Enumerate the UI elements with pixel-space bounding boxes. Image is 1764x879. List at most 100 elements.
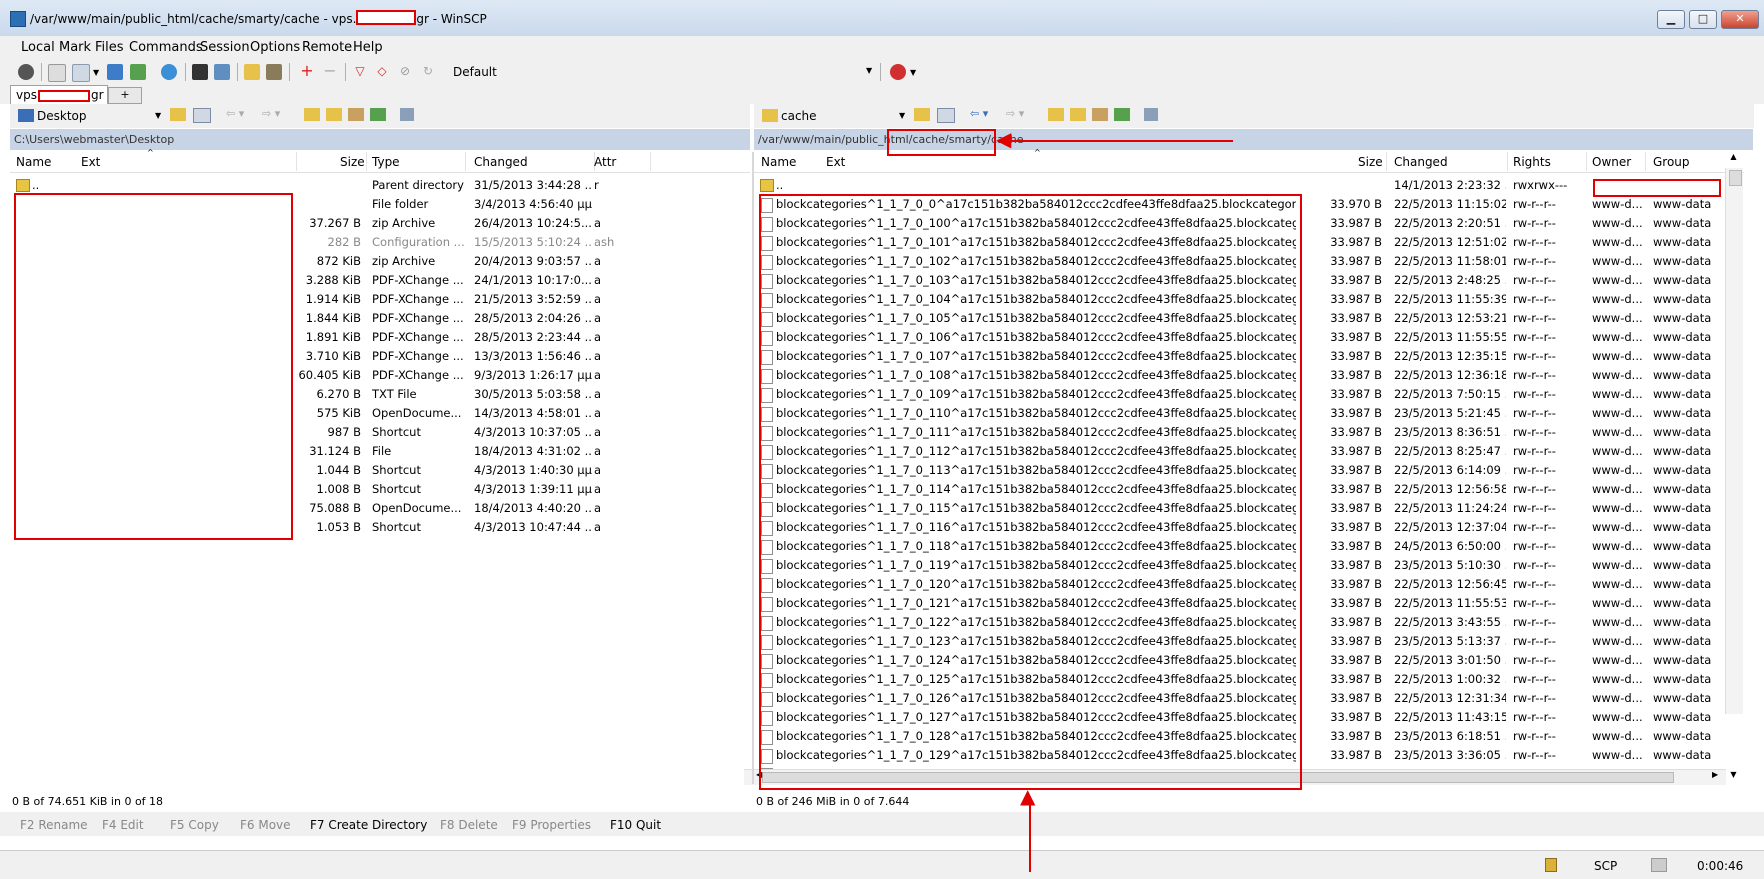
chevron-down-icon[interactable]: ▼ [899, 111, 905, 120]
open-folder-icon[interactable] [914, 108, 930, 121]
find-files-icon[interactable] [266, 64, 282, 80]
menu-commands[interactable]: Commands [129, 40, 203, 55]
dropdown-arrow-icon[interactable]: ▼ [93, 68, 101, 77]
console-icon[interactable] [192, 64, 208, 80]
transfer-options-icon[interactable] [890, 64, 906, 80]
forward-icon[interactable]: ⇨ ▾ [262, 107, 280, 120]
file-group: www-data [1653, 615, 1712, 629]
file-type: Shortcut [372, 482, 421, 496]
menu-session[interactable]: Session [200, 40, 250, 55]
home-icon[interactable] [1092, 108, 1108, 121]
maximize-button[interactable]: □ [1689, 10, 1717, 29]
sync-browse-icon[interactable] [72, 64, 90, 82]
synchronize-icon[interactable] [130, 64, 146, 80]
col-ext[interactable]: Ext [81, 155, 100, 169]
panel-splitter[interactable] [752, 152, 754, 784]
filter-list-icon[interactable] [937, 108, 955, 123]
close-button[interactable]: ✕ [1721, 10, 1759, 29]
right-vertical-scrollbar[interactable] [1725, 168, 1743, 714]
file-size: 33.987 B [1330, 577, 1382, 591]
col-name[interactable]: Name [16, 155, 51, 169]
queue-icon[interactable] [48, 64, 66, 82]
unselect-minus-icon[interactable]: − [322, 63, 338, 80]
file-type: Shortcut [372, 520, 421, 534]
putty-icon[interactable] [214, 64, 230, 80]
file-group: www-data [1653, 292, 1712, 306]
file-size: 33.987 B [1330, 406, 1382, 420]
chevron-down-icon[interactable]: ▼ [155, 111, 161, 120]
col-ext[interactable]: Ext [826, 155, 845, 169]
back-icon[interactable]: ⇦ ▾ [970, 107, 988, 120]
scroll-down-arrow-icon[interactable]: ▼ [1725, 770, 1742, 784]
menu-files[interactable]: Files [95, 40, 124, 55]
col-owner[interactable]: Owner [1592, 155, 1631, 169]
menu-options[interactable]: Options [250, 40, 300, 55]
refresh-icon[interactable] [370, 108, 386, 121]
f2-rename-button[interactable]: F2 Rename [20, 818, 88, 832]
col-size[interactable]: Size [340, 155, 365, 169]
open-folder-icon[interactable] [170, 108, 186, 121]
right-location-combo[interactable]: cache [781, 109, 817, 123]
preferences-gear-icon[interactable] [18, 64, 34, 80]
col-size[interactable]: Size [1358, 155, 1383, 169]
menu-local[interactable]: Local [21, 40, 55, 55]
file-size: 33.987 B [1330, 539, 1382, 553]
title-bar[interactable]: /var/www/main/public_html/cache/smarty/c… [0, 0, 1764, 37]
scroll-right-arrow-icon[interactable]: ▶ [1712, 770, 1718, 779]
filter-list-icon[interactable] [193, 108, 211, 123]
back-icon[interactable]: ⇦ ▾ [226, 107, 244, 120]
scroll-up-arrow-icon[interactable]: ▲ [1725, 152, 1742, 168]
left-location-combo[interactable]: Desktop [37, 109, 87, 123]
home-icon[interactable] [348, 108, 364, 121]
file-owner: www-d... [1592, 710, 1643, 724]
col-changed[interactable]: Changed [1394, 155, 1448, 169]
select-plus-icon[interactable]: + [299, 63, 315, 80]
file-attr: a [594, 520, 602, 534]
file-changed: 13/3/2013 1:56:46 ... [474, 349, 592, 363]
col-name[interactable]: Name [761, 155, 796, 169]
scrollbar-thumb[interactable] [1729, 170, 1742, 186]
f8-delete-button[interactable]: F8 Delete [440, 818, 498, 832]
file-size: 33.987 B [1330, 691, 1382, 705]
file-size: 33.987 B [1330, 444, 1382, 458]
refresh-icon[interactable] [161, 64, 177, 80]
col-rights[interactable]: Rights [1513, 155, 1551, 169]
tree-view-icon[interactable] [400, 108, 414, 121]
col-group[interactable]: Group [1653, 155, 1690, 169]
f9-properties-button[interactable]: F9 Properties [512, 818, 591, 832]
forward-icon[interactable]: ⇨ ▾ [1006, 107, 1024, 120]
f7-create-directory-button[interactable]: F7 Create Directory [310, 818, 427, 832]
table-row[interactable]: .. 14/1/2013 2:23:32 ... rwxrwx--- [754, 176, 1724, 195]
chevron-down-icon[interactable]: ▼ [866, 66, 872, 75]
session-tab[interactable]: vps. gr [10, 85, 108, 104]
filter-icon[interactable]: ▽ [352, 64, 368, 80]
refresh-icon[interactable] [1114, 108, 1130, 121]
root-directory-icon[interactable] [1070, 108, 1086, 121]
f5-copy-button[interactable]: F5 Copy [170, 818, 219, 832]
f4-edit-button[interactable]: F4 Edit [102, 818, 144, 832]
menu-remote[interactable]: Remote [302, 40, 352, 55]
col-attr[interactable]: Attr [594, 155, 616, 169]
left-path-bar[interactable]: C:\Users\webmaster\Desktop [10, 129, 750, 150]
menu-mark[interactable]: Mark [59, 40, 91, 55]
f6-move-button[interactable]: F6 Move [240, 818, 291, 832]
minimize-button[interactable]: ▁ [1657, 10, 1685, 29]
tree-view-icon[interactable] [1144, 108, 1158, 121]
root-directory-icon[interactable] [326, 108, 342, 121]
chevron-down-icon[interactable]: ▼ [910, 68, 918, 77]
file-size: 33.987 B [1330, 292, 1382, 306]
parent-directory-icon[interactable] [1048, 108, 1064, 121]
menu-help[interactable]: Help [353, 40, 383, 55]
clear-selection-icon[interactable]: ⊘ [397, 64, 413, 80]
transfer-folder-icon[interactable] [244, 64, 260, 80]
reload-icon[interactable]: ↻ [420, 64, 436, 80]
parent-directory-icon[interactable] [304, 108, 320, 121]
new-session-tab-button[interactable]: + [108, 87, 142, 104]
file-rights: rw-r--r-- [1513, 387, 1556, 401]
f10-quit-button[interactable]: F10 Quit [610, 818, 661, 832]
compare-directories-icon[interactable] [107, 64, 123, 80]
col-changed[interactable]: Changed [474, 155, 528, 169]
transfer-settings-select[interactable]: Default [453, 65, 497, 79]
invert-selection-icon[interactable]: ◇ [374, 64, 390, 80]
col-type[interactable]: Type [372, 155, 400, 169]
